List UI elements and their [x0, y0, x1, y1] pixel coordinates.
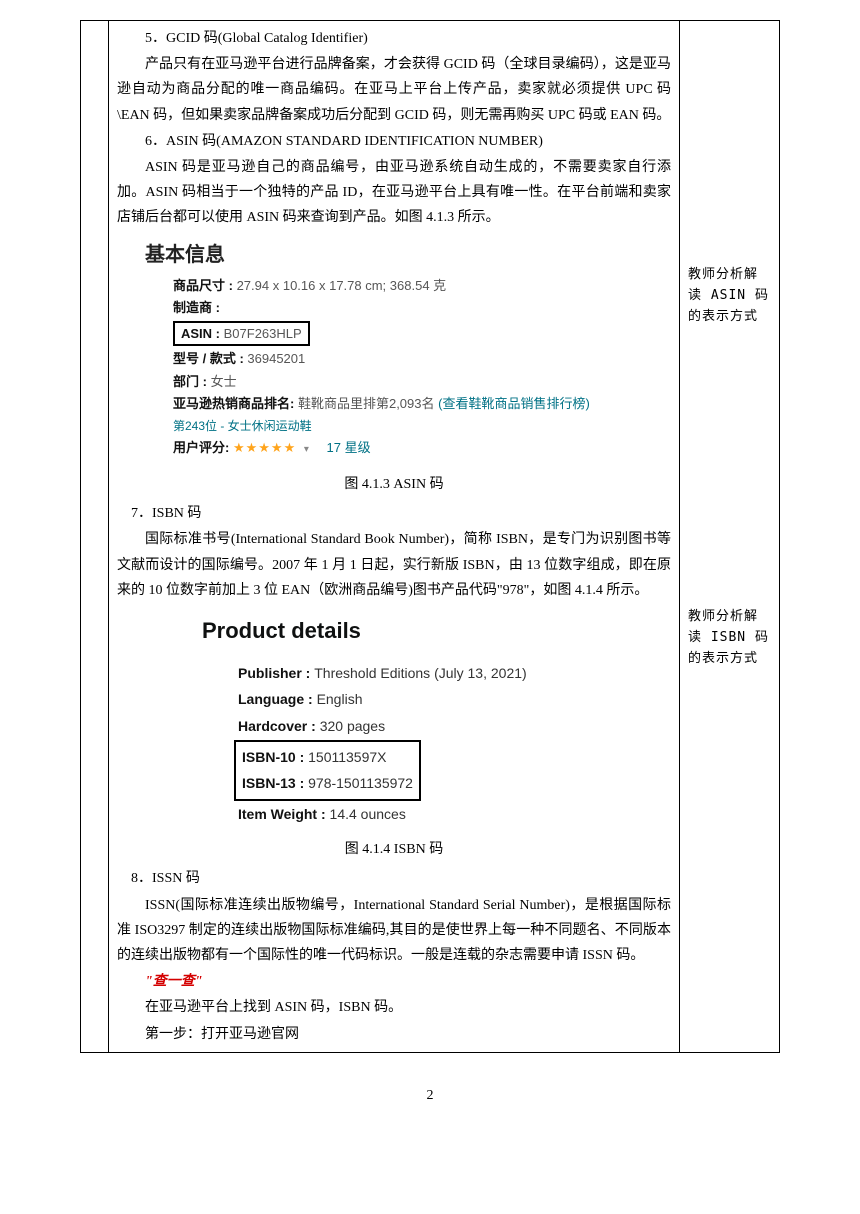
page-number: 2	[80, 1083, 780, 1108]
gcid-body: 产品只有在亚马逊平台进行品牌备案，才会获得 GCID 码（全球目录编码），这是亚…	[117, 52, 671, 128]
pd-isbn13: ISBN-13 : 978-1501135972	[242, 770, 413, 797]
dept-value: 女士	[211, 374, 237, 389]
row-asin: ASIN : B07F263HLP	[173, 321, 671, 347]
figure-caption-414: 图 4.1.4 ISBN 码	[117, 837, 671, 862]
row-dimensions: 商品尺寸 : 27.94 x 10.16 x 17.78 cm; 368.54 …	[173, 276, 671, 296]
language-key: Language :	[238, 691, 317, 707]
language-val: English	[317, 691, 363, 707]
page: 5．GCID 码(Global Catalog Identifier) 产品只有…	[0, 20, 860, 1148]
row-rating: 用户评分: ★★★★★ ▾ 17 星级	[173, 438, 671, 458]
issn-heading: 8．ISSN 码	[117, 866, 671, 891]
dim-label: 商品尺寸 :	[173, 278, 233, 293]
row-manufacturer: 制造商 :	[173, 298, 671, 318]
pd-language: Language : English	[238, 686, 671, 713]
weight-key: Item Weight :	[238, 806, 330, 822]
asin-body: ASIN 码是亚马逊自己的商品编号，由亚马逊系统自动生成的，不需要卖家自行添加。…	[117, 155, 671, 231]
product-details-title: Product details	[202, 610, 671, 652]
star-text[interactable]: 17 星级	[327, 440, 371, 455]
asin-value: B07F263HLP	[224, 326, 302, 341]
left-margin-cell	[81, 21, 109, 1053]
model-label: 型号 / 款式 :	[173, 351, 244, 366]
isbn13-val: 978-1501135972	[308, 775, 413, 791]
hardcover-key: Hardcover :	[238, 718, 320, 734]
star-icon: ★★★★★	[233, 440, 296, 455]
pd-isbn10: ISBN-10 : 150113597X	[242, 744, 413, 771]
row-dept: 部门 : 女士	[173, 372, 671, 392]
figure-caption-413: 图 4.1.3 ASIN 码	[117, 472, 671, 497]
teacher-note-asin: 教师分析解读 ASIN 码的表示方式	[688, 265, 771, 327]
layout-table: 5．GCID 码(Global Catalog Identifier) 产品只有…	[80, 20, 780, 1053]
pd-publisher: Publisher : Threshold Editions (July 13,…	[238, 660, 671, 687]
model-value: 36945201	[247, 351, 305, 366]
row-model: 型号 / 款式 : 36945201	[173, 349, 671, 369]
asin-highlight-box: ASIN : B07F263HLP	[173, 321, 310, 347]
basic-info-panel: 基本信息 商品尺寸 : 27.94 x 10.16 x 17.78 cm; 36…	[117, 232, 671, 469]
teacher-note-isbn: 教师分析解读 ISBN 码的表示方式	[688, 607, 771, 669]
rank-label: 亚马逊热销商品排名:	[173, 396, 294, 411]
isbn-heading: 7．ISBN 码	[117, 501, 671, 526]
pd-weight: Item Weight : 14.4 ounces	[238, 801, 671, 828]
product-details-panel: Product details Publisher : Threshold Ed…	[117, 604, 671, 833]
issn-body: ISSN(国际标准连续出版物编号，International Standard …	[117, 893, 671, 969]
isbn-body: 国际标准书号(International Standard Book Numbe…	[117, 527, 671, 603]
asin-label: ASIN :	[181, 326, 220, 341]
rank-sub[interactable]: 第243位 - 女士休闲运动鞋	[173, 417, 671, 435]
dept-label: 部门 :	[173, 374, 207, 389]
gcid-heading: 5．GCID 码(Global Catalog Identifier)	[117, 26, 671, 51]
check-line-2: 第一步：打开亚马逊官网	[117, 1022, 671, 1047]
basic-info-title: 基本信息	[145, 240, 671, 270]
isbn10-val: 150113597X	[308, 749, 386, 765]
isbn13-key: ISBN-13 :	[242, 775, 308, 791]
weight-val: 14.4 ounces	[330, 806, 406, 822]
check-heading: "查一查"	[117, 969, 671, 994]
rating-label: 用户评分:	[173, 440, 229, 455]
rank-link[interactable]: (查看鞋靴商品销售排行榜)	[438, 396, 590, 411]
main-content-cell: 5．GCID 码(Global Catalog Identifier) 产品只有…	[109, 21, 680, 1053]
isbn-highlight-box: ISBN-10 : 150113597X ISBN-13 : 978-15011…	[234, 740, 421, 801]
isbn10-key: ISBN-10 :	[242, 749, 308, 765]
rank-text: 鞋靴商品里排第2,093名	[298, 396, 438, 411]
row-rank: 亚马逊热销商品排名: 鞋靴商品里排第2,093名 (查看鞋靴商品销售排行榜)	[173, 394, 671, 414]
mfr-label: 制造商 :	[173, 300, 220, 315]
asin-heading: 6．ASIN 码(AMAZON STANDARD IDENTIFICATION …	[117, 129, 671, 154]
publisher-key: Publisher :	[238, 665, 314, 681]
annotation-cell: 教师分析解读 ASIN 码的表示方式 教师分析解读 ISBN 码的表示方式	[680, 21, 780, 1053]
pd-hardcover: Hardcover : 320 pages	[238, 713, 671, 740]
chevron-down-icon: ▾	[304, 444, 309, 455]
hardcover-val: 320 pages	[320, 718, 385, 734]
publisher-val: Threshold Editions (July 13, 2021)	[314, 665, 526, 681]
check-line-1: 在亚马逊平台上找到 ASIN 码，ISBN 码。	[117, 995, 671, 1020]
dim-value: 27.94 x 10.16 x 17.78 cm; 368.54 克	[237, 278, 447, 293]
